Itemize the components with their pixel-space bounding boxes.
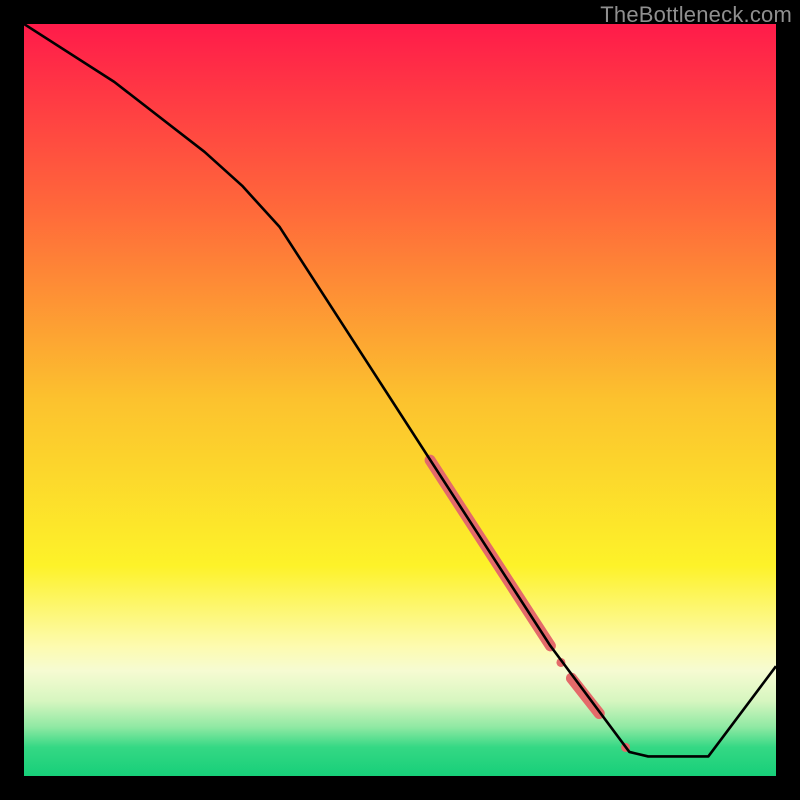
gradient-background — [24, 24, 776, 776]
watermark-text: TheBottleneck.com — [600, 2, 792, 28]
chart-svg — [24, 24, 776, 776]
plot-area — [24, 24, 776, 776]
chart-frame: TheBottleneck.com — [0, 0, 800, 800]
